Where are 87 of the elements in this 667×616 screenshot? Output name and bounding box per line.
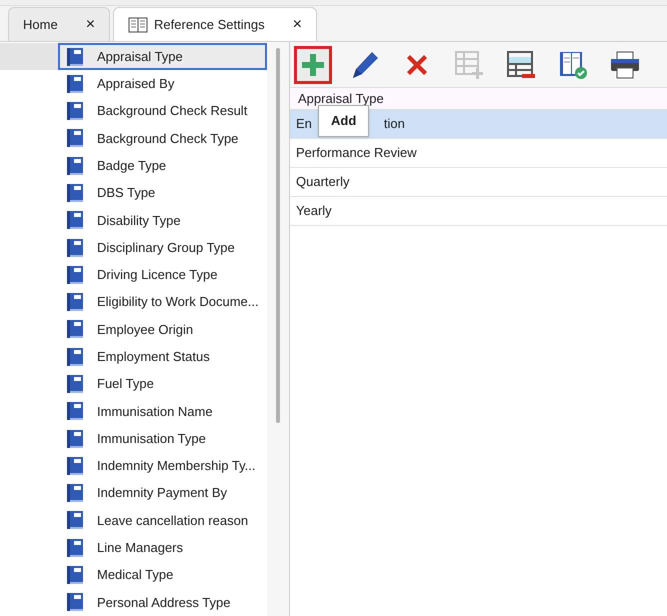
- sidebar-item[interactable]: Disability Type: [0, 206, 267, 234]
- item-label: Immunisation Name: [97, 402, 213, 421]
- book-icon: [66, 428, 84, 449]
- sidebar-item[interactable]: Medical Type: [0, 561, 267, 589]
- item-label: Immunisation Type: [97, 430, 206, 448]
- book-icon: [66, 564, 84, 585]
- book-check-icon: [558, 50, 588, 80]
- printer-icon: [609, 50, 641, 80]
- item-label: Driving Licence Type: [97, 266, 218, 284]
- sidebar-item[interactable]: Immunisation Name: [0, 398, 267, 425]
- sidebar-item[interactable]: Immunisation Type: [0, 424, 267, 452]
- item-label: DBS Type: [97, 184, 156, 202]
- book-icon: [66, 101, 84, 122]
- item-label: Eligibility to Work Docume...: [97, 293, 259, 312]
- book-icon: [128, 16, 148, 32]
- book-icon: [66, 264, 84, 285]
- sidebar-item[interactable]: Fuel Type: [0, 370, 267, 398]
- tooltip: Add: [318, 105, 370, 136]
- sidebar-item[interactable]: Disciplinary Group Type: [0, 234, 267, 262]
- book-icon: [66, 401, 84, 422]
- item-label: Medical Type: [97, 566, 174, 584]
- book-icon: [66, 128, 84, 148]
- sidebar-item[interactable]: Eligibility to Work Docume...: [0, 288, 267, 316]
- item-label: Personal Address Type: [97, 594, 230, 612]
- item-label: Disability Type: [97, 212, 181, 230]
- sidebar-item[interactable]: Line Managers: [0, 534, 267, 562]
- sidebar-item[interactable]: Background Check Result: [0, 98, 267, 125]
- close-icon[interactable]: ×: [86, 16, 96, 32]
- sidebar-item[interactable]: Background Check Type: [0, 124, 267, 152]
- sidebar-item[interactable]: Employment Status: [0, 343, 267, 370]
- item-label: Background Check Type: [97, 130, 238, 148]
- cell-text: Quarterly: [296, 173, 350, 192]
- sidebar-item[interactable]: Leave cancellation reason: [0, 506, 267, 534]
- cell-text: En: [296, 115, 312, 134]
- book-icon: [66, 456, 84, 476]
- item-label: Fuel Type: [97, 375, 154, 394]
- sidebar-item[interactable]: Driving Licence Type: [0, 261, 267, 289]
- sidebar-item[interactable]: Appraised By: [0, 70, 267, 98]
- item-label: Indemnity Payment By: [97, 484, 228, 502]
- tab-label: Home: [23, 16, 58, 34]
- cell-text: Performance Review: [296, 144, 417, 162]
- pencil-icon: [350, 50, 380, 80]
- book-icon: [66, 538, 84, 558]
- item-label: Badge Type: [97, 157, 166, 176]
- item-label: Disciplinary Group Type: [97, 238, 235, 257]
- book-icon: [66, 483, 84, 504]
- item-label: Appraisal Type: [97, 48, 183, 66]
- book-icon: [66, 74, 84, 94]
- item-label: Employee Origin: [97, 320, 194, 339]
- book-icon: [66, 210, 84, 230]
- sidebar-item[interactable]: Employee Origin: [0, 316, 267, 344]
- item-label: Background Check Result: [97, 102, 248, 120]
- book-icon: [66, 156, 84, 176]
- book-icon: [66, 346, 84, 367]
- close-icon[interactable]: ×: [292, 16, 302, 32]
- item-label: Line Managers: [97, 538, 183, 557]
- sidebar-item[interactable]: Personal Address Type: [0, 588, 267, 616]
- cell-text: Yearly: [296, 202, 332, 220]
- tab-label: Reference Settings: [154, 16, 265, 34]
- book-icon: [66, 374, 84, 394]
- book-icon: [66, 46, 84, 67]
- tab[interactable]: Home ×: [8, 7, 110, 41]
- sidebar-item[interactable]: Appraisal Type: [0, 43, 267, 70]
- item-label: Employment Status: [97, 348, 210, 366]
- table-row[interactable]: Yearly: [290, 197, 667, 226]
- sidebar-item[interactable]: Indemnity Payment By: [0, 480, 267, 507]
- table-row[interactable]: Quarterly: [290, 168, 667, 197]
- table-remove-icon: [506, 50, 536, 80]
- sidebar-item[interactable]: DBS Type: [0, 179, 267, 207]
- sidebar-item[interactable]: Indemnity Membership Ty...: [0, 452, 267, 480]
- scrollbar-thumb[interactable]: [276, 48, 280, 423]
- item-label: Appraised By: [97, 75, 174, 94]
- book-icon: [66, 292, 84, 312]
- book-icon: [66, 592, 84, 612]
- table-row[interactable]: Performance Review: [290, 139, 667, 168]
- cell-text: tion: [384, 115, 405, 134]
- item-label: Leave cancellation reason: [97, 512, 248, 530]
- toolbar-button[interactable]: [294, 46, 332, 84]
- book-icon: [66, 183, 84, 204]
- plus-icon: [300, 52, 326, 78]
- book-icon: [66, 510, 84, 530]
- item-label: Indemnity Membership Ty...: [97, 457, 256, 476]
- book-icon: [66, 238, 84, 258]
- table-add-icon: [454, 50, 484, 80]
- tab[interactable]: Reference Settings ×: [113, 7, 317, 41]
- sidebar-item[interactable]: Badge Type: [0, 152, 267, 180]
- book-icon: [66, 319, 84, 340]
